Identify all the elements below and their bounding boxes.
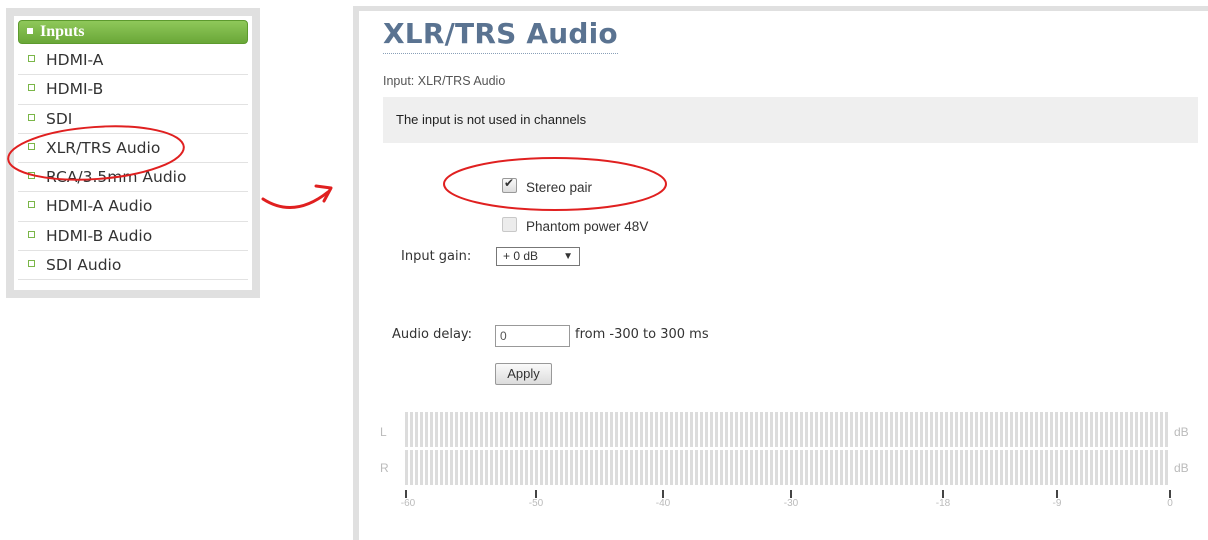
arrowhead-icon [314,184,333,203]
square-bullet-icon [28,113,35,121]
input-subtitle: Input: XLR/TRS Audio [383,74,506,88]
meter-tick-label: -50 [528,498,544,509]
sidebar-item-hdmi-b-audio[interactable]: HDMI-B Audio [18,222,248,252]
sidebar-item-sdi[interactable]: SDI [18,105,248,134]
meter-left-label: L [380,425,387,439]
sidebar-item-label: HDMI-A Audio [46,197,153,216]
meter-left-unit: dB [1174,425,1189,439]
square-bullet-icon [28,142,35,150]
apply-button[interactable]: Apply [495,363,552,385]
meter-tick-label: -30 [783,498,799,509]
meter-right-bar [405,450,1169,485]
square-bullet-icon [28,201,35,209]
sidebar-item-label: XLR/TRS Audio [46,138,161,157]
meter-tick-label: -40 [655,498,671,509]
meter-right-unit: dB [1174,461,1189,475]
square-bullet-icon [27,28,33,34]
sidebar-header-inputs[interactable]: Inputs [18,20,248,44]
sidebar-item-rca-audio[interactable]: RCA/3.5mm Audio [18,163,248,193]
meter-left-bar [405,412,1169,447]
input-gain-label: Input gain: [401,249,472,264]
curved-arrow-icon [261,190,330,209]
sidebar-item-hdmi-b[interactable]: HDMI-B [18,75,248,105]
audio-delay-range: from -300 to 300 ms [575,327,709,342]
main-panel: XLR/TRS Audio Input: XLR/TRS Audio The i… [359,11,1208,540]
sidebar-item-label: HDMI-B [46,80,104,99]
meter-tick [1169,490,1171,498]
dropdown-arrow-icon: ▼ [563,251,573,262]
meter-tick [535,490,537,498]
audio-delay-label: Audio delay: [392,327,473,342]
meter-tick [662,490,664,498]
sidebar-item-label: RCA/3.5mm Audio [46,168,187,187]
square-bullet-icon [28,260,35,268]
phantom-power-label: Phantom power 48V [526,219,649,234]
sidebar-item-label: SDI [46,109,73,128]
square-bullet-icon [28,55,35,62]
meter-tick-label: -60 [400,498,416,509]
sidebar-item-label: HDMI-B Audio [46,226,153,245]
meter-tick [790,490,792,498]
meter-tick [405,490,407,498]
input-gain-select[interactable]: + 0 dB ▼ [496,247,580,266]
sidebar-list: HDMI-A HDMI-B SDI XLR/TRS Audio RCA/3.5m… [18,51,248,281]
sidebar-item-label: HDMI-A [46,51,104,69]
stereo-pair-checkbox[interactable] [502,176,517,193]
main-frame: XLR/TRS Audio Input: XLR/TRS Audio The i… [353,6,1208,540]
meter-right-label: R [380,461,389,475]
meter-tick [942,490,944,498]
sidebar-item-sdi-audio[interactable]: SDI Audio [18,251,248,281]
sidebar-item-hdmi-a[interactable]: HDMI-A [18,46,248,76]
square-bullet-icon [28,84,35,92]
meter-tick-label: 0 [1167,498,1173,509]
sidebar-item-hdmi-a-audio[interactable]: HDMI-A Audio [18,192,248,222]
stereo-pair-row: Stereo pair [502,176,593,195]
square-bullet-icon [28,230,35,238]
page-title: XLR/TRS Audio [383,17,618,54]
phantom-power-checkbox[interactable] [502,217,517,232]
input-gain-value: + 0 dB [503,249,539,263]
sidebar-frame: Inputs HDMI-A HDMI-B SDI XLR/TRS Audio R… [6,8,260,298]
sidebar-item-xlr-trs-audio[interactable]: XLR/TRS Audio [18,134,248,164]
audio-delay-input[interactable]: 0 [495,325,570,347]
sidebar-header-label: Inputs [40,23,85,40]
sidebar-item-label: SDI Audio [46,256,122,275]
meter-tick [1056,490,1058,498]
meter-tick-label: -9 [1052,498,1062,509]
stereo-pair-label: Stereo pair [526,180,593,195]
sidebar: Inputs HDMI-A HDMI-B SDI XLR/TRS Audio R… [14,16,252,290]
channel-usage-notice: The input is not used in channels [383,97,1198,143]
meter-tick-label: -18 [935,498,951,509]
phantom-power-row: Phantom power 48V [502,217,648,234]
square-bullet-icon [28,172,35,180]
